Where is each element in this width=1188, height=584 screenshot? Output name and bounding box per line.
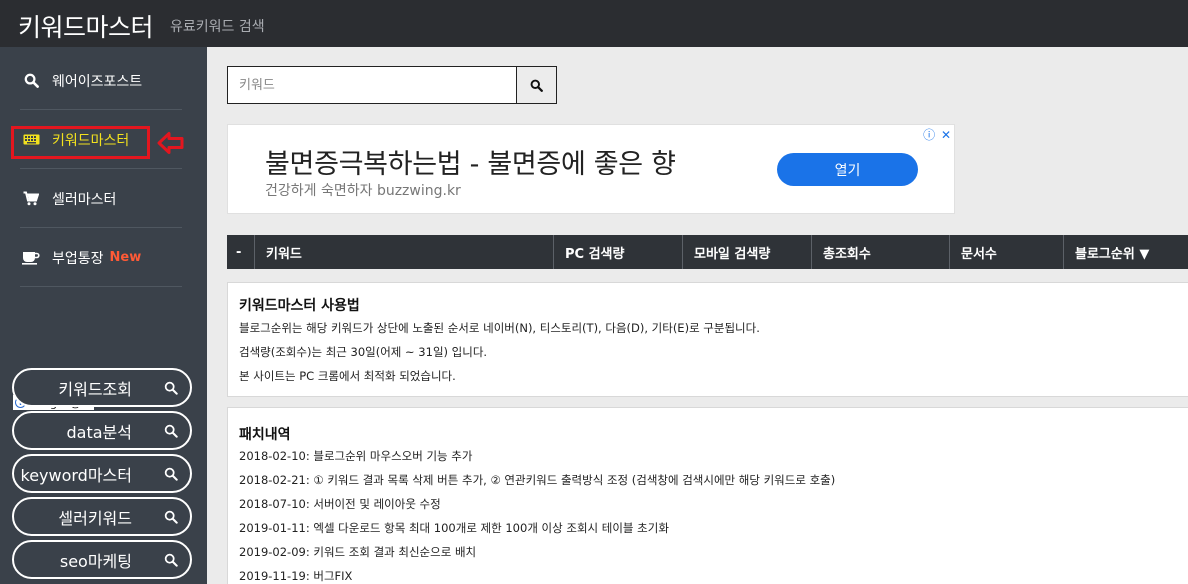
search-icon	[164, 424, 178, 438]
sidebar-item-label: 웨어이즈포스트	[52, 73, 143, 90]
close-icon[interactable]: ✕	[941, 128, 951, 142]
ad-link-seo-marketing[interactable]: seo마케팅	[12, 540, 192, 579]
search-icon	[164, 553, 178, 567]
search-icon	[164, 467, 178, 481]
sidebar-item-side-job[interactable]: 부업통장 New	[20, 229, 182, 287]
results-table-header: - 키워드 PC 검색량 모바일 검색량 총조회수 문서수 블로그순위 ▼	[227, 235, 1188, 269]
site-subtitle: 유료키워드 검색	[170, 19, 265, 35]
usage-panel: 키워드마스터 사용법 블로그순위는 해당 키워드가 상단에 노출된 순서로 네이…	[227, 282, 1188, 397]
site-title[interactable]: 키워드마스터	[18, 8, 154, 44]
new-badge: New	[109, 250, 142, 265]
search-icon	[164, 381, 178, 395]
active-item-highlight	[11, 126, 150, 159]
patch-title: 패치내역	[239, 427, 291, 443]
ad-link-label: seo마케팅	[59, 551, 132, 571]
search-icon	[20, 73, 42, 89]
usage-line: 블로그순위는 해당 키워드가 상단에 노출된 순서로 네이버(N), 티스토리(…	[239, 321, 760, 335]
ad-link-label: 키워드조회	[58, 379, 132, 399]
ad-link-label: 셀러키워드	[58, 508, 132, 528]
ad-banner[interactable]: 불면증극복하는법 - 불면증에 좋은 향 건강하게 숙면하자 buzzwing.…	[227, 124, 955, 214]
ad-link-data-analysis[interactable]: data분석	[12, 411, 192, 450]
arrow-left-icon	[157, 132, 184, 154]
ad-open-button[interactable]: 열기	[777, 153, 918, 186]
ad-link-keyword-lookup[interactable]: 키워드조회	[12, 368, 192, 407]
usage-title: 키워드마스터 사용법	[239, 298, 360, 314]
patch-line: 2019-02-09: 키워드 조회 결과 최신순으로 배치	[239, 545, 477, 559]
top-bar: 키워드마스터 유료키워드 검색	[0, 0, 1188, 47]
keyword-search-box	[227, 66, 557, 104]
column-header-pc-volume[interactable]: PC 검색량	[554, 235, 683, 269]
column-header-mobile-volume[interactable]: 모바일 검색량	[683, 235, 812, 269]
search-button[interactable]	[516, 67, 556, 103]
cart-icon	[20, 191, 42, 207]
keyword-search-input[interactable]	[228, 67, 517, 103]
ad-link-label: data분석	[66, 422, 132, 442]
coffee-icon	[20, 250, 42, 266]
column-header-total-views[interactable]: 총조회수	[812, 235, 950, 269]
column-header-keyword[interactable]: 키워드	[255, 235, 554, 269]
info-icon[interactable]: ⓘ	[923, 128, 935, 142]
patch-line: 2018-07-10: 서버이전 및 레이아웃 수정	[239, 497, 441, 511]
patch-line: 2018-02-10: 블로그순위 마우스오버 기능 추가	[239, 449, 473, 463]
sidebar-item-label: 셀러마스터	[52, 191, 117, 208]
usage-line: 검색량(조회수)는 최근 30일(어제 ~ 31일) 입니다.	[239, 345, 488, 359]
patch-notes-panel: 패치내역 2018-02-10: 블로그순위 마우스오버 기능 추가 2018-…	[227, 407, 1188, 584]
search-icon	[530, 79, 543, 92]
ad-title[interactable]: 불면증극복하는법 - 불면증에 좋은 향	[265, 142, 676, 181]
ad-link-keyword-master[interactable]: keyword마스터	[12, 454, 192, 493]
sidebar-item-whereispost[interactable]: 웨어이즈포스트	[20, 52, 182, 110]
search-icon	[164, 510, 178, 524]
column-header-blog-rank[interactable]: 블로그순위 ▼	[1064, 235, 1188, 269]
patch-line: 2019-11-19: 버그FIX	[239, 569, 353, 583]
ad-choices[interactable]: ⓘ ✕	[923, 126, 951, 143]
sidebar-item-label: 부업통장	[52, 250, 104, 267]
ad-link-label: keyword마스터	[20, 465, 133, 485]
column-header-doc-count[interactable]: 문서수	[950, 235, 1064, 269]
column-header-select[interactable]: -	[227, 235, 255, 269]
sidebar-item-sellermaster[interactable]: 셀러마스터	[20, 170, 182, 228]
ad-link-seller-keyword[interactable]: 셀러키워드	[12, 497, 192, 536]
usage-line: 본 사이트는 PC 크롬에서 최적화 되었습니다.	[239, 369, 456, 383]
ad-url[interactable]: 건강하게 숙면하자 buzzwing.kr	[265, 180, 461, 200]
patch-line: 2019-01-11: 엑셀 다운로드 항목 최대 100개로 제한 100개 …	[239, 521, 669, 535]
patch-line: 2018-02-21: ① 키워드 결과 목록 삭제 버튼 추가, ② 연관키워…	[239, 473, 836, 487]
